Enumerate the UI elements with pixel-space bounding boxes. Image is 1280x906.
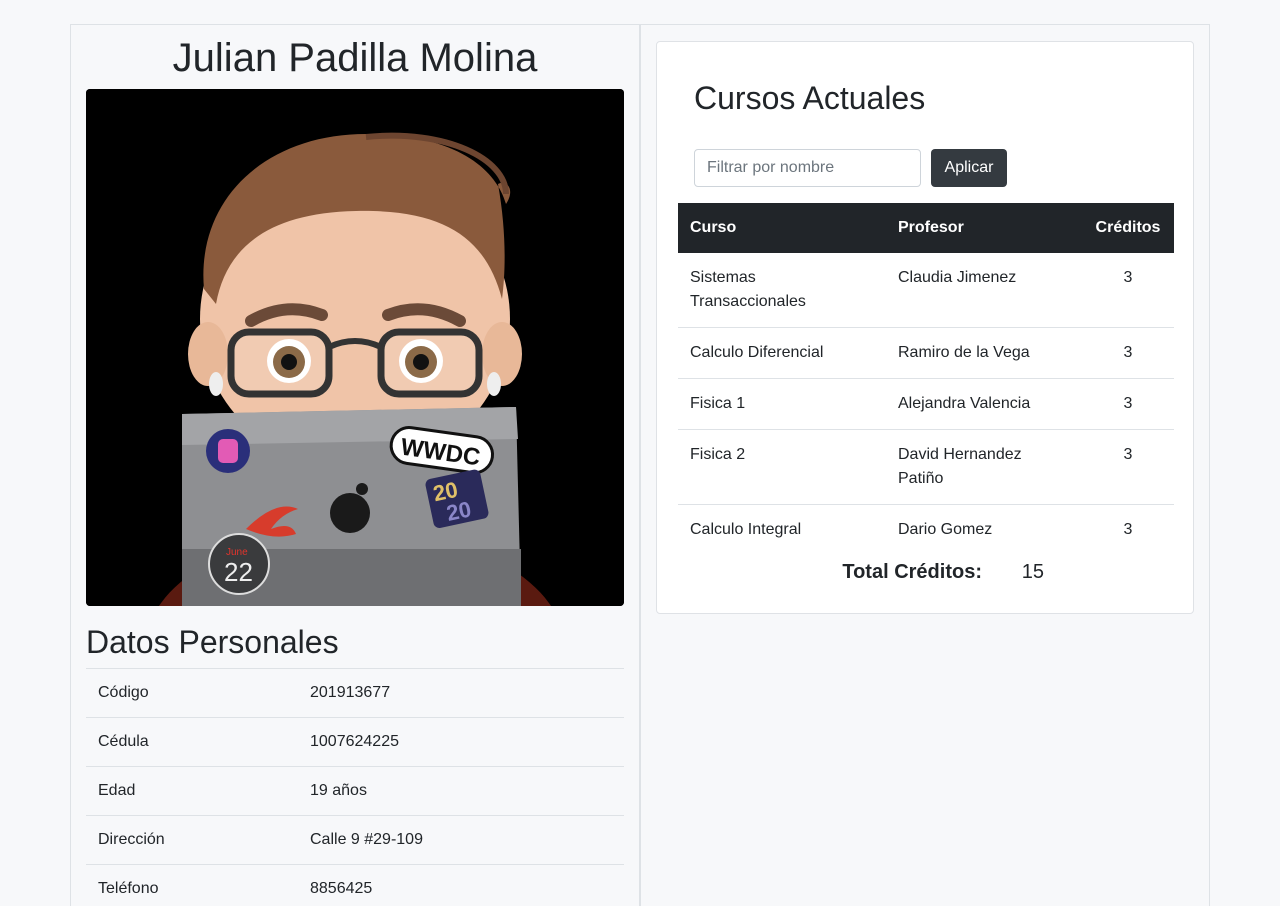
total-credits-label: Total Créditos:: [842, 561, 982, 583]
table-row: Edad 19 años: [86, 766, 624, 816]
table-row: Fisica 1 Alejandra Valencia 3: [678, 378, 1174, 430]
table-row: Código 201913677: [86, 668, 624, 718]
personal-data-table: Código 201913677 Cédula 1007624225 Edad …: [86, 668, 624, 906]
course-credits: 3: [1082, 327, 1174, 379]
course-professor: Alejandra Valencia: [886, 378, 1082, 430]
table-row: Sistemas Transaccionales Claudia Jimenez…: [678, 253, 1174, 328]
sticker-day-text: 22: [224, 557, 253, 587]
personal-label: Teléfono: [86, 864, 298, 906]
personal-label: Código: [86, 668, 298, 718]
course-name: Calculo Integral: [690, 521, 802, 538]
course-credits: 3: [1123, 521, 1133, 538]
total-credits: Total Créditos: 15: [657, 561, 1193, 584]
personal-value: 8856425: [298, 864, 624, 906]
personal-label: Edad: [86, 766, 298, 816]
course-professor: Claudia Jimenez: [886, 253, 1082, 328]
personal-value: 1007624225: [298, 717, 624, 767]
profile-photo: June 22 WWDC 20 20: [86, 89, 624, 606]
personal-label: Dirección: [86, 815, 298, 865]
personal-value: 201913677: [298, 668, 624, 718]
course-name: Fisica 2: [678, 429, 886, 505]
course-professor: Dario Gomez: [898, 521, 993, 538]
table-row: Calculo Diferencial Ramiro de la Vega 3: [678, 327, 1174, 379]
table-row: Fisica 2 David Hernandez Patiño 3: [678, 429, 1174, 505]
personal-value: 19 años: [298, 766, 624, 816]
sticker-year-bottom: 20: [444, 496, 473, 526]
courses-card: Cursos Actuales Aplicar Curso Profesor C…: [656, 41, 1194, 614]
table-row: Teléfono 8856425: [86, 864, 624, 906]
course-credits: 3: [1082, 378, 1174, 430]
table-header-row: Curso Profesor Créditos: [678, 203, 1174, 253]
course-professor: David Hernandez Patiño: [886, 429, 1082, 505]
table-row: Cédula 1007624225: [86, 717, 624, 767]
course-name: Fisica 1: [678, 378, 886, 430]
header-course: Curso: [678, 203, 886, 253]
table-row: Calculo Integral Dario Gomez 3: [678, 505, 1174, 556]
personal-value: Calle 9 #29-109: [298, 815, 624, 865]
course-credits: 3: [1082, 253, 1174, 328]
apply-button[interactable]: Aplicar: [931, 149, 1007, 187]
personal-label: Cédula: [86, 717, 298, 767]
column-divider: [639, 24, 641, 906]
personal-data-title: Datos Personales: [86, 624, 339, 660]
course-name: Calculo Diferencial: [678, 327, 886, 379]
course-name: Sistemas Transaccionales: [678, 253, 886, 328]
profile-name: Julian Padilla Molina: [172, 36, 538, 80]
header-professor: Profesor: [886, 203, 1082, 253]
header-credits: Créditos: [1082, 203, 1174, 253]
course-professor: Ramiro de la Vega: [886, 327, 1082, 379]
courses-table: Curso Profesor Créditos Sistemas Transac…: [678, 203, 1174, 555]
course-credits: 3: [1082, 429, 1174, 505]
filter-input[interactable]: [694, 149, 921, 187]
courses-title: Cursos Actuales: [694, 80, 926, 116]
table-row: Dirección Calle 9 #29-109: [86, 815, 624, 865]
total-credits-value: 15: [1021, 561, 1044, 583]
